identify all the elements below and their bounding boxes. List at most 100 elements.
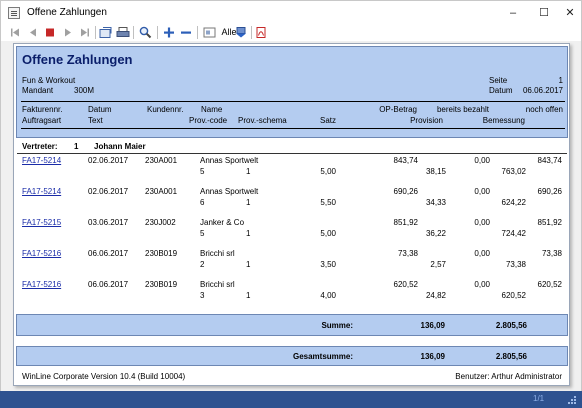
row-satz: 5,00 — [320, 167, 336, 176]
row-kunde: 230A001 — [145, 187, 178, 196]
vertreter-number: 1 — [74, 142, 79, 151]
report-page: Offene Zahlungen Fun & Workout Mandant 3… — [13, 43, 570, 386]
row-name: Annas Sportwelt — [200, 156, 259, 165]
row-op-betrag: 690,26 — [393, 187, 418, 196]
row-kunde: 230B019 — [145, 280, 178, 289]
seite-value: 1 — [558, 76, 563, 85]
row-provision: 24,82 — [425, 291, 446, 300]
row-satz: 5,50 — [320, 198, 336, 207]
row-datum: 06.06.2017 — [88, 249, 129, 258]
page-indicator: 1/1 — [533, 394, 545, 403]
toolbar-separator — [95, 26, 96, 39]
row-bemessung: 724,42 — [501, 229, 526, 238]
toolbar: Alle — [0, 24, 582, 41]
row-bemessung: 620,52 — [501, 291, 526, 300]
row-bezahlt: 0,00 — [474, 249, 490, 258]
row-datum: 06.06.2017 — [88, 280, 129, 289]
row-kunde: 230J002 — [145, 218, 176, 227]
datum-label: Datum — [489, 86, 513, 95]
resize-grip-icon[interactable] — [568, 396, 576, 404]
row-offen: 73,38 — [541, 249, 562, 258]
col-satz: Satz — [320, 116, 337, 125]
col-text: Text — [88, 116, 103, 125]
col-name: Name — [201, 105, 223, 114]
gesamtsumme-band: Gesamtsumme: 136,09 2.805,56 — [16, 346, 568, 366]
row-provision: 2,57 — [430, 260, 446, 269]
export-icon[interactable] — [99, 26, 113, 39]
row-datum: 02.06.2017 — [88, 156, 129, 165]
vertreter-name: Johann Maier — [94, 142, 146, 151]
stop-icon[interactable] — [44, 26, 56, 39]
row-auftragsart: 6 — [200, 198, 205, 207]
row-auftragsart: 5 — [200, 167, 205, 176]
row-offen: 690,26 — [537, 187, 562, 196]
row-op-betrag: 851,92 — [393, 218, 418, 227]
zoom-in-icon[interactable] — [163, 26, 175, 39]
toolbar-separator — [251, 26, 252, 39]
company-name: Fun & Workout — [22, 76, 76, 85]
col-auftragsart: Auftragsart — [22, 116, 62, 125]
gesamtsumme-bemessung: 2.805,56 — [495, 352, 527, 361]
col-prov-code: Prov.-code — [189, 116, 228, 125]
first-page-icon[interactable] — [9, 26, 21, 39]
maximize-button[interactable]: ☐ — [532, 4, 556, 22]
faktura-link[interactable]: FA17-5215 — [22, 218, 61, 227]
minimize-button[interactable]: – — [501, 4, 525, 22]
divider — [17, 153, 567, 154]
zoom-icon[interactable] — [139, 26, 152, 39]
download-arrow-icon[interactable] — [235, 26, 247, 39]
col-bereits-bezahlt: bereits bezahlt — [436, 105, 489, 114]
row-provision: 36,22 — [425, 229, 446, 238]
row-bemessung: 624,22 — [501, 198, 526, 207]
row-satz: 3,50 — [320, 260, 336, 269]
row-provision: 34,33 — [425, 198, 446, 207]
row-name: Janker & Co — [200, 218, 245, 227]
table-row: FA17-5215 03.06.2017 230J002 Janker & Co… — [14, 218, 569, 244]
report-title: Offene Zahlungen — [22, 52, 133, 67]
faktura-link[interactable]: FA17-5216 — [22, 249, 61, 258]
row-op-betrag: 73,38 — [397, 249, 418, 258]
row-name: Bricchi srl — [200, 280, 235, 289]
summe-provision: 136,09 — [420, 321, 445, 330]
last-page-icon[interactable] — [79, 26, 91, 39]
previous-page-icon[interactable] — [27, 26, 39, 39]
row-prov-code: 1 — [246, 291, 251, 300]
row-kunde: 230B019 — [145, 249, 178, 258]
print-icon[interactable] — [116, 26, 130, 39]
faktura-link[interactable]: FA17-5216 — [22, 280, 61, 289]
col-op-betrag: OP-Betrag — [379, 105, 417, 114]
row-prov-code: 1 — [246, 167, 251, 176]
summe-label: Summe: — [321, 321, 353, 330]
col-bemessung: Bemessung — [482, 116, 525, 125]
table-row: FA17-5214 02.06.2017 230A001 Annas Sport… — [14, 187, 569, 213]
col-provision: Provision — [410, 116, 443, 125]
zoom-out-icon[interactable] — [180, 26, 192, 39]
footer-user: Benutzer: Arthur Administrator — [455, 372, 562, 381]
pdf-icon[interactable] — [255, 26, 267, 39]
datum-value: 06.06.2017 — [522, 86, 563, 95]
report-header: Offene Zahlungen Fun & Workout Mandant 3… — [16, 46, 568, 138]
col-noch-offen: noch offen — [525, 105, 563, 114]
table-row: FA17-5214 02.06.2017 230A001 Annas Sport… — [14, 156, 569, 182]
app-icon — [8, 7, 20, 19]
close-button[interactable]: ✕ — [558, 4, 582, 22]
row-auftragsart: 5 — [200, 229, 205, 238]
toolbar-separator — [157, 26, 158, 39]
faktura-link[interactable]: FA17-5214 — [22, 156, 61, 165]
table-row: FA17-5216 06.06.2017 230B019 Bricchi srl… — [14, 280, 569, 306]
faktura-link[interactable]: FA17-5214 — [22, 187, 61, 196]
status-bar: 1/1 — [0, 391, 582, 408]
col-prov-schema: Prov.-schema — [238, 116, 287, 125]
col-fakturennr: Fakturennr. — [22, 105, 63, 114]
row-offen: 851,92 — [537, 218, 562, 227]
row-prov-code: 1 — [246, 198, 251, 207]
row-offen: 843,74 — [537, 156, 562, 165]
gesamtsumme-label: Gesamtsumme: — [292, 352, 353, 361]
page-view-icon[interactable] — [203, 26, 216, 39]
row-satz: 5,00 — [320, 229, 336, 238]
col-datum: Datum — [88, 105, 112, 114]
row-op-betrag: 843,74 — [393, 156, 418, 165]
next-page-icon[interactable] — [62, 26, 74, 39]
row-bemessung: 763,02 — [501, 167, 526, 176]
summe-bemessung: 2.805,56 — [495, 321, 527, 330]
